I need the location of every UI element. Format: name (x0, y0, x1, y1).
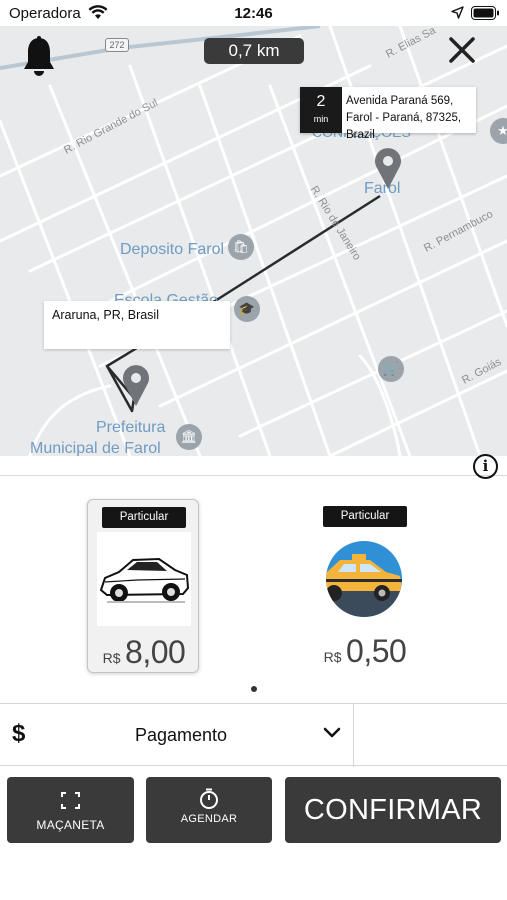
origin-callout[interactable]: Araruna, PR, Brasil (44, 301, 230, 349)
info-icon[interactable]: i (473, 454, 498, 479)
poi-prefeitura-line2: Municipal de Farol (30, 440, 161, 456)
divider (0, 475, 507, 476)
close-icon[interactable] (448, 36, 476, 64)
payment-extra-field[interactable] (354, 704, 507, 767)
currency-symbol: R$ (102, 650, 121, 666)
vehicle-category-badge: Particular (102, 507, 186, 528)
distance-indicator: 0,7 km (204, 38, 304, 64)
vehicle-price: R$ 0,50 (309, 633, 421, 670)
payment-row: $ Pagamento (0, 703, 507, 767)
shop-icon: 🛍 (228, 234, 254, 260)
eta-value: 2 (316, 93, 326, 110)
vehicle-card-taxi[interactable]: Particular R$ 0,50 (309, 499, 421, 673)
price-value: 8,00 (125, 634, 186, 670)
battery-icon (471, 6, 499, 20)
taxi-car-icon (326, 541, 402, 617)
confirm-button[interactable]: CONFIRMAR (285, 777, 501, 843)
cart-icon: 🛒 (378, 356, 404, 382)
destination-pin-icon (375, 148, 401, 189)
agendar-button[interactable]: AGENDAR (146, 777, 272, 843)
dollar-icon: $ (12, 720, 26, 747)
page-indicator-dot[interactable] (251, 686, 257, 692)
agendar-label: AGENDAR (180, 813, 238, 825)
eta-badge: 2 min (300, 87, 342, 133)
confirm-label: CONFIRMAR (303, 794, 483, 826)
chevron-down-icon[interactable] (323, 727, 341, 739)
vehicle-card-sedan[interactable]: Particular R$ 8,00 (87, 499, 199, 673)
vehicle-category-badge: Particular (323, 506, 407, 527)
road-shield: 272 (105, 38, 129, 52)
expand-icon (61, 792, 80, 809)
sedan-car-icon (97, 532, 191, 626)
eta-unit: min (313, 114, 329, 124)
government-icon: 🏛 (176, 424, 202, 450)
payment-select[interactable]: Pagamento (135, 725, 227, 746)
stopwatch-icon (200, 788, 218, 809)
macaneta-button[interactable]: MAÇANETA (7, 777, 134, 843)
origin-pin-icon (123, 365, 149, 406)
macaneta-label: MAÇANETA (36, 818, 105, 832)
school-icon: 🎓 (234, 296, 260, 322)
status-bar: Operadora 12:46 (0, 0, 507, 26)
location-arrow-icon (451, 6, 464, 19)
vehicle-price: R$ 8,00 (88, 634, 200, 671)
bell-icon[interactable] (22, 36, 56, 78)
destination-callout[interactable]: 2 min Avenida Paraná 569, Farol - Paraná… (300, 87, 476, 141)
clock: 12:46 (234, 5, 273, 22)
currency-symbol: R$ (323, 649, 342, 665)
price-value: 0,50 (346, 633, 407, 669)
origin-address: Araruna, PR, Brasil (52, 308, 159, 322)
map-view[interactable]: 272 R. Rio Grande do Sul R. Rio de Janei… (0, 26, 507, 456)
poi-prefeitura-line1: Prefeitura (96, 419, 166, 436)
destination-address: Avenida Paraná 569, Farol - Paraná, 8732… (346, 95, 462, 141)
poi-deposito-farol: Deposito Farol (120, 241, 225, 258)
